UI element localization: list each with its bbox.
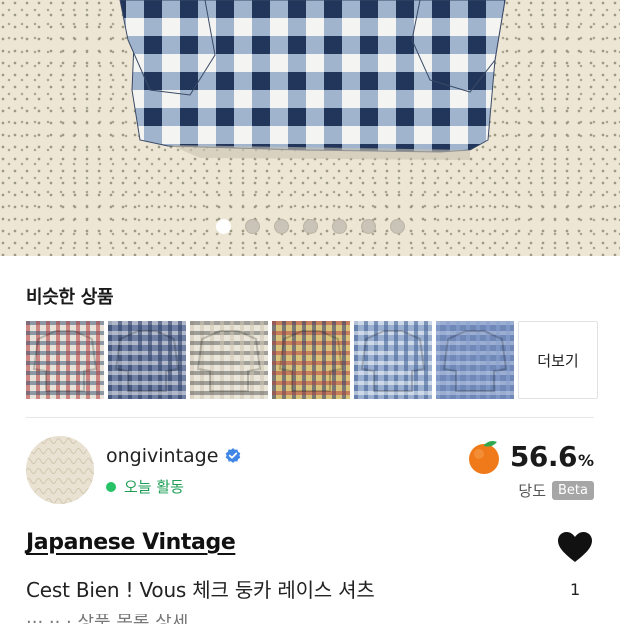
beta-badge: Beta xyxy=(552,481,594,500)
sweetness-label: 당도 xyxy=(518,482,547,500)
heart-icon[interactable] xyxy=(557,531,593,563)
sweetness-unit: % xyxy=(577,450,594,470)
similar-products-row: 더보기 xyxy=(26,321,598,399)
pagination-dot[interactable] xyxy=(273,219,289,234)
like-count: 1 xyxy=(570,580,581,599)
similar-item[interactable] xyxy=(354,321,432,399)
similar-item[interactable] xyxy=(436,321,514,399)
activity-status: 오늘 활동 xyxy=(106,476,184,497)
more-button[interactable]: 더보기 xyxy=(518,321,598,399)
similar-item[interactable] xyxy=(108,321,186,399)
pagination-dot[interactable] xyxy=(302,219,318,234)
pagination-dot[interactable] xyxy=(360,219,376,234)
image-pagination xyxy=(0,219,620,234)
light-blue-shirt-thumbnail xyxy=(436,321,514,399)
activity-status-text: 오늘 활동 xyxy=(124,478,184,496)
sweetness-value: 56.6 xyxy=(509,439,578,473)
blue-gingham-shirt-thumbnail xyxy=(354,321,432,399)
brand-link[interactable]: Japanese Vintage xyxy=(26,530,236,555)
navy-check-shirt-thumbnail xyxy=(108,321,186,399)
similar-item[interactable] xyxy=(190,321,268,399)
sweetness-score[interactable]: 56.6% 당도 Beta xyxy=(464,436,594,501)
pagination-dot[interactable] xyxy=(389,219,405,234)
similar-products-title: 비슷한 상품 xyxy=(26,287,114,308)
product-photo[interactable] xyxy=(0,0,620,256)
cream-check-shirt-thumbnail xyxy=(190,321,268,399)
pagination-dot-active[interactable] xyxy=(215,219,231,234)
similar-item[interactable] xyxy=(26,321,104,399)
orange-fruit-icon xyxy=(468,441,499,474)
pagination-dot[interactable] xyxy=(244,219,260,234)
red-plaid-shirt-thumbnail xyxy=(26,321,104,399)
online-dot-icon xyxy=(106,481,116,492)
product-title: Cest Bien ! Vous 체크 둥카 레이스 셔츠 xyxy=(26,578,375,602)
seller-avatar[interactable] xyxy=(26,436,94,504)
product-subtitle-partial: ··· ·· · 상품 목록 상세 xyxy=(26,614,326,624)
similar-item[interactable] xyxy=(272,321,350,399)
pagination-dot[interactable] xyxy=(331,219,347,234)
seller-name[interactable]: ongivintage xyxy=(106,445,218,467)
shirt-photo xyxy=(119,0,506,160)
multicolor-plaid-shirt-thumbnail xyxy=(272,321,350,399)
divider xyxy=(26,417,594,418)
seller-name-row[interactable]: ongivintage xyxy=(106,445,242,467)
verified-badge-icon xyxy=(226,448,241,463)
